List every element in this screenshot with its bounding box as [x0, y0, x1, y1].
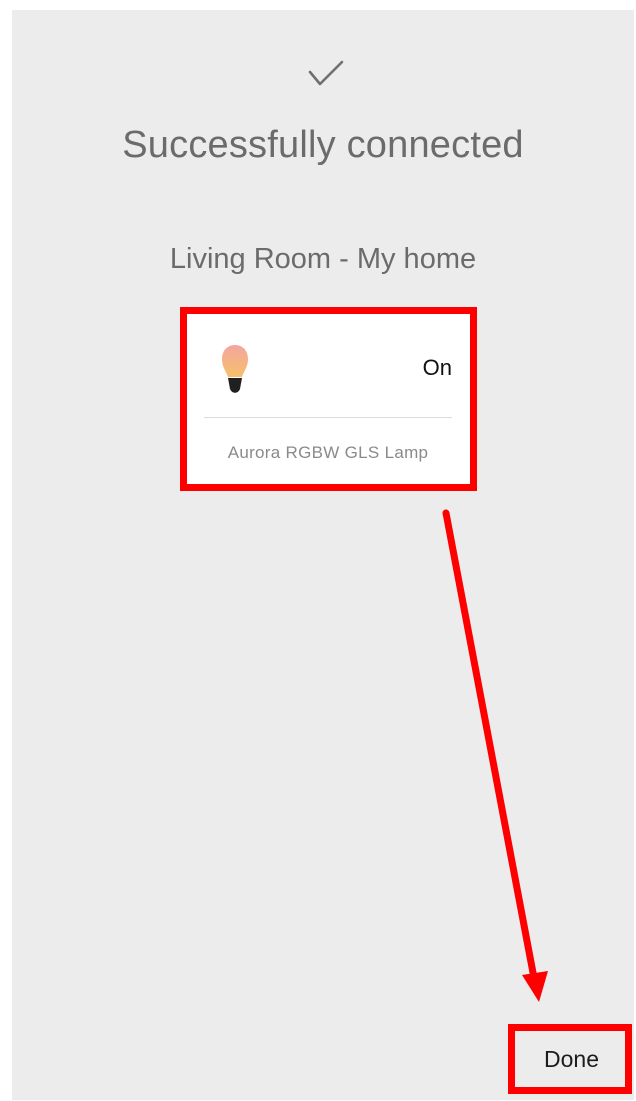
status-title: Successfully connected — [122, 124, 524, 166]
highlight-box-device-card — [180, 307, 477, 491]
room-label: Living Room - My home — [169, 243, 477, 275]
checkmark-icon — [308, 60, 344, 86]
highlight-box-done-button — [508, 1024, 632, 1094]
success-screen — [12, 10, 634, 1100]
